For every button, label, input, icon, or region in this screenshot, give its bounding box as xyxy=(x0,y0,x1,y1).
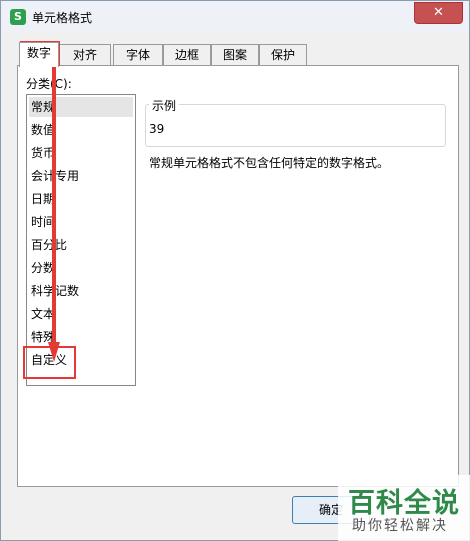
tab-pattern[interactable]: 图案 xyxy=(211,44,259,66)
tab-number[interactable]: 数字 xyxy=(19,42,59,67)
category-item-general[interactable]: 常规 xyxy=(29,97,133,117)
tab-alignment[interactable]: 对齐 xyxy=(59,44,111,66)
category-item-scientific[interactable]: 科学记数 xyxy=(29,281,133,301)
category-item-time[interactable]: 时间 xyxy=(29,212,133,232)
category-item-special[interactable]: 特殊 xyxy=(29,327,133,347)
dialog-title: 单元格格式 xyxy=(32,11,93,25)
category-item-number[interactable]: 数值 xyxy=(29,120,133,140)
category-listbox[interactable]: 常规 数值 货币 会计专用 日期 时间 百分比 分数 科学记数 文本 特殊 自定… xyxy=(26,94,136,386)
format-cells-dialog: S 单元格格式 ✕ 数字 对齐 字体 边框 图案 保护 分类(C): 常规 数值… xyxy=(0,0,470,541)
number-tab-panel: 分类(C): 常规 数值 货币 会计专用 日期 时间 百分比 分数 科学记数 文… xyxy=(17,65,459,487)
sample-value: 39 xyxy=(149,122,165,136)
sample-legend: 示例 xyxy=(149,97,180,114)
tab-protection[interactable]: 保护 xyxy=(259,44,307,66)
tab-border[interactable]: 边框 xyxy=(163,44,211,66)
title-bar: S 单元格格式 ✕ xyxy=(1,1,469,31)
format-description: 常规单元格格式不包含任何特定的数字格式。 xyxy=(149,156,390,170)
category-item-accounting[interactable]: 会计专用 xyxy=(29,166,133,186)
category-item-currency[interactable]: 货币 xyxy=(29,143,133,163)
tab-font[interactable]: 字体 xyxy=(113,44,163,66)
sample-group xyxy=(145,104,446,147)
category-item-percentage[interactable]: 百分比 xyxy=(29,235,133,255)
category-item-date[interactable]: 日期 xyxy=(29,189,133,209)
watermark-logo: 百科全说 助你轻松解决 xyxy=(338,475,470,541)
close-button[interactable]: ✕ xyxy=(414,2,463,24)
category-item-text[interactable]: 文本 xyxy=(29,304,133,324)
watermark-subtitle: 助你轻松解决 xyxy=(352,518,448,534)
category-item-fraction[interactable]: 分数 xyxy=(29,258,133,278)
down-arrow-icon xyxy=(48,64,60,362)
wps-app-icon: S xyxy=(10,9,26,25)
